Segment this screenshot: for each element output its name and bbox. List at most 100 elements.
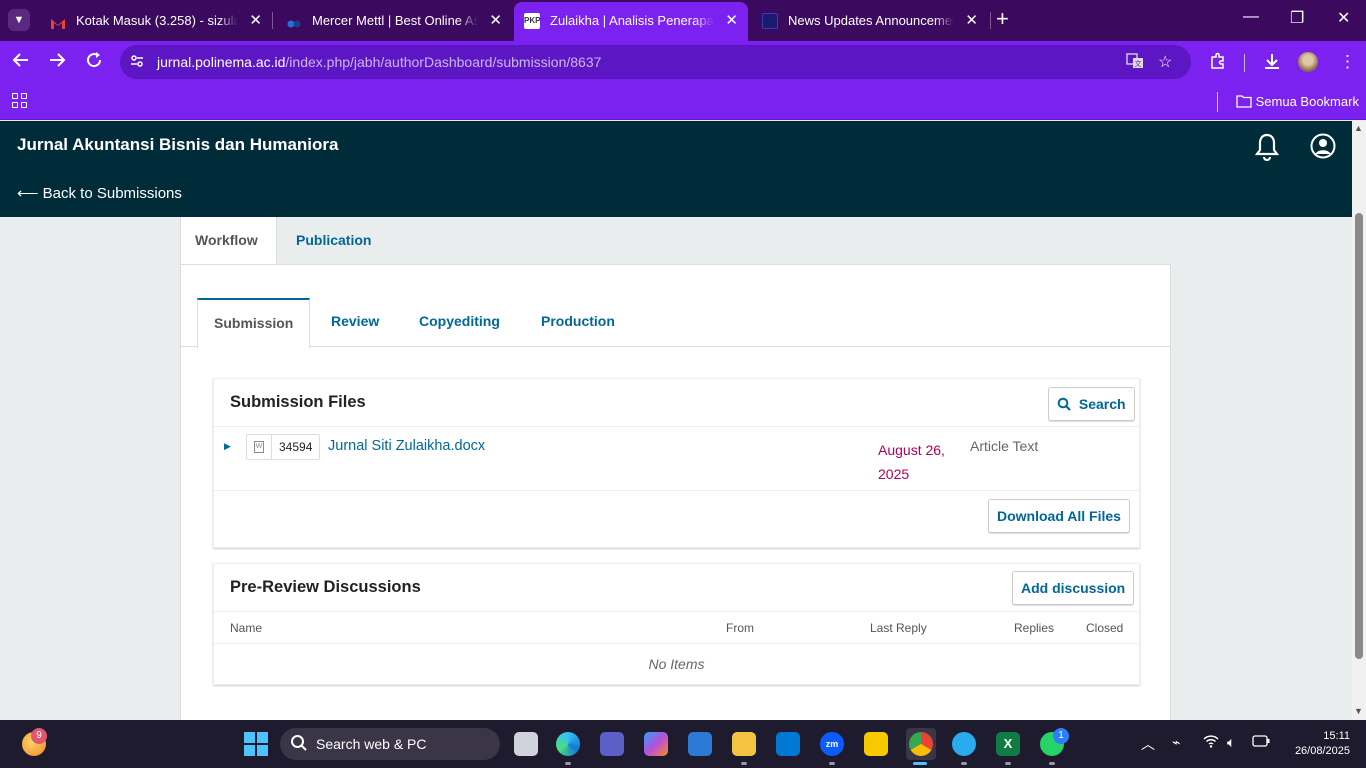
more-menu-icon[interactable]: ⋮ — [1339, 52, 1356, 72]
file-date: August 26, 2025 — [878, 442, 945, 482]
site-info-icon[interactable] — [129, 53, 145, 72]
page-scrollbar[interactable]: ▲ ▼ — [1352, 121, 1366, 720]
minimize-icon[interactable]: — — [1243, 8, 1259, 26]
discussion-table-header: Name From Last Reply Replies Closed — [214, 612, 1139, 644]
file-row: ▶ W 34594 Jurnal Siti Zulaikha.docx Augus… — [214, 427, 1139, 491]
windows-taskbar: 9 Search web & PC zm X 1 ︿ ⌁ 🔈︎ 15:11 26… — [0, 720, 1366, 768]
extensions-icon[interactable] — [1209, 52, 1227, 75]
tab-title: Kotak Masuk (3.258) - sizulaikha@gmail.c… — [76, 6, 238, 35]
running-indicator — [1049, 762, 1055, 765]
file-name-link[interactable]: Jurnal Siti Zulaikha.docx — [328, 438, 485, 454]
bell-icon[interactable] — [1254, 133, 1280, 162]
tab-copyediting[interactable]: Copyediting — [403, 298, 516, 347]
web-page: Jurnal Akuntansi Bisnis dan Humaniora ⟵ … — [0, 121, 1352, 720]
teams-icon[interactable] — [600, 732, 624, 756]
col-name: Name — [230, 621, 263, 635]
user-profile-icon[interactable] — [1310, 133, 1336, 159]
tab-workflow[interactable]: Workflow — [180, 217, 277, 265]
download-icon[interactable] — [1263, 52, 1281, 75]
photos-icon[interactable] — [688, 732, 712, 756]
svg-text:文: 文 — [1135, 59, 1142, 68]
star-icon[interactable]: ☆ — [1158, 52, 1172, 72]
copilot-icon[interactable] — [644, 732, 668, 756]
tab-divider — [272, 12, 273, 29]
scroll-up-icon[interactable]: ▲ — [1354, 123, 1363, 133]
search-icon — [1057, 396, 1075, 412]
card-header: Pre-Review Discussions Add discussion — [214, 564, 1139, 612]
running-indicator — [961, 762, 967, 765]
browser-tab-mercer[interactable]: Mercer Mettl | Best Online Assessment Pl… — [276, 6, 512, 35]
search-placeholder: Search web & PC — [316, 736, 427, 752]
back-to-submissions-link[interactable]: ⟵ Back to Submissions — [17, 184, 182, 202]
telegram-icon[interactable] — [952, 732, 976, 756]
tab-publication[interactable]: Publication — [282, 217, 385, 265]
empty-state: No Items — [648, 656, 705, 672]
store-icon[interactable] — [776, 732, 800, 756]
browser-tab-gmail[interactable]: Kotak Masuk (3.258) - sizulaikha@gmail.c… — [40, 6, 272, 35]
system-clock[interactable]: 15:11 26/08/2025 — [1280, 729, 1350, 759]
scrollbar-thumb[interactable] — [1355, 213, 1363, 659]
chrome-icon[interactable] — [909, 732, 933, 756]
sticky-notes-icon[interactable] — [864, 732, 888, 756]
address-bar[interactable]: jurnal.polinema.ac.id/index.php/jabh/aut… — [120, 45, 1191, 79]
wifi-icon[interactable] — [1203, 734, 1219, 751]
search-icon — [290, 734, 308, 757]
browser-tab-news[interactable]: News Updates Announcement | Polinema ✕ — [752, 6, 988, 35]
close-icon[interactable]: ✕ — [725, 2, 738, 39]
expand-row-icon[interactable]: ▶ — [224, 441, 231, 452]
bookmark-divider — [1217, 92, 1218, 112]
close-icon[interactable]: ✕ — [489, 6, 502, 35]
word-doc-icon: W — [247, 435, 272, 459]
taskbar-search[interactable]: Search web & PC — [280, 728, 500, 760]
clock-date: 26/08/2025 — [1294, 745, 1350, 757]
discussions-title: Pre-Review Discussions — [230, 578, 421, 596]
windows-start-icon[interactable] — [244, 732, 268, 756]
running-indicator — [829, 762, 835, 765]
excel-icon[interactable]: X — [996, 732, 1020, 756]
scroll-down-icon[interactable]: ▼ — [1354, 706, 1363, 716]
close-icon[interactable]: ✕ — [249, 6, 262, 35]
close-icon[interactable]: ✕ — [965, 6, 978, 35]
submission-files-title: Submission Files — [230, 393, 366, 411]
running-indicator — [1005, 762, 1011, 765]
edge-icon[interactable] — [556, 732, 580, 756]
back-arrow-icon[interactable] — [12, 51, 30, 74]
tab-production[interactable]: Production — [525, 298, 631, 347]
reload-icon[interactable] — [85, 51, 103, 74]
pkp-icon: PKP — [524, 13, 540, 29]
battery-icon[interactable] — [1252, 734, 1270, 750]
volume-icon[interactable]: 🔈︎ — [1227, 734, 1235, 751]
chevron-up-icon[interactable]: ︿ — [1141, 734, 1155, 754]
network-status-icon[interactable]: ⌁ — [1172, 734, 1180, 751]
browser-tab-bar: ▼ Kotak Masuk (3.258) - sizulaikha@gmail… — [0, 0, 1366, 41]
url-host: jurnal.polinema.ac.id — [157, 54, 286, 70]
news-icon — [762, 13, 778, 29]
apps-grid-icon[interactable] — [12, 93, 28, 109]
all-bookmarks-folder[interactable]: Semua Bookmark — [1236, 84, 1359, 120]
download-all-files-button[interactable]: Download All Files — [988, 499, 1130, 533]
tab-submission[interactable]: Submission — [197, 298, 310, 348]
toolbar-divider — [1244, 54, 1245, 72]
restore-icon[interactable]: ❐ — [1290, 8, 1304, 28]
add-discussion-button[interactable]: Add discussion — [1012, 571, 1135, 605]
profile-avatar[interactable] — [1298, 52, 1318, 72]
tab-review[interactable]: Review — [315, 298, 395, 347]
task-view-icon[interactable] — [514, 732, 538, 756]
browser-tab-active[interactable]: PKP Zulaikha | Analisis Penerapan Green … — [514, 2, 748, 41]
window-close-icon[interactable]: ✕ — [1337, 8, 1350, 28]
new-tab-button[interactable]: + — [996, 8, 1009, 30]
browser-toolbar: jurnal.polinema.ac.id/index.php/jabh/aut… — [0, 41, 1366, 84]
file-type: Article Text — [970, 438, 1039, 454]
forward-arrow-icon[interactable] — [48, 51, 66, 74]
running-indicator — [565, 762, 571, 765]
zoom-icon[interactable]: zm — [820, 732, 844, 756]
weather-badge: 9 — [31, 728, 47, 744]
tab-search-button[interactable]: ▼ — [8, 9, 30, 31]
pre-review-discussions-card: Pre-Review Discussions Add discussion Na… — [213, 563, 1140, 685]
search-button[interactable]: Search — [1048, 387, 1135, 421]
journal-title[interactable]: Jurnal Akuntansi Bisnis dan Humaniora — [17, 135, 339, 155]
whatsapp-badge: 1 — [1053, 728, 1069, 744]
translate-icon[interactable]: 文 — [1126, 52, 1144, 75]
file-explorer-icon[interactable] — [732, 732, 756, 756]
bookmarks-bar: Semua Bookmark — [0, 84, 1366, 120]
